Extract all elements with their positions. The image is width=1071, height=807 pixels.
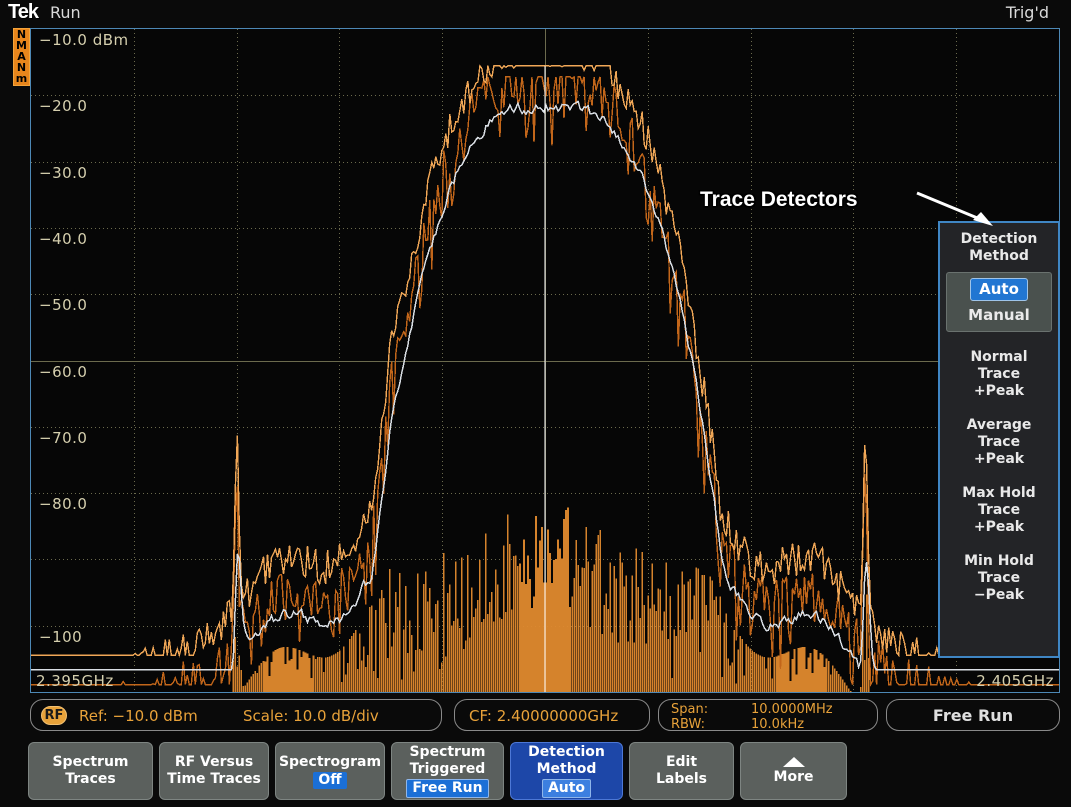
readout-trigger-box[interactable]: Free Run — [886, 699, 1060, 731]
button-spectrum-traces-line1: Spectrum — [52, 754, 128, 771]
button-spectrum-traces-line2: Traces — [65, 771, 116, 788]
menu-option-auto-row[interactable]: Auto — [947, 278, 1051, 301]
button-detection-method-value: Auto — [542, 779, 591, 798]
button-more[interactable]: More — [740, 742, 847, 800]
y-tick-label-6: −70.0 — [39, 429, 87, 447]
menu-title-line2: Method — [940, 248, 1058, 265]
button-spectrogram-value: Off — [313, 772, 346, 789]
y-tick-label-7: −80.0 — [39, 495, 87, 513]
y-tick-label-0: −10.0 dBm — [39, 31, 129, 49]
y-tick-label-2: −30.0 — [39, 164, 87, 182]
button-spectrum-triggered-value: Free Run — [406, 779, 488, 798]
tek-logo: Tek — [8, 1, 38, 24]
menu-item-3-line2: −Peak — [940, 587, 1058, 604]
button-spectrogram[interactable]: SpectrogramOff — [275, 742, 385, 800]
menu-item-3-line1: Trace — [940, 570, 1058, 587]
menu-option-manual[interactable]: Manual — [947, 306, 1051, 324]
button-more-line2: More — [774, 769, 814, 786]
menu-item-0[interactable]: NormalTrace+Peak — [940, 349, 1058, 400]
menu-item-3[interactable]: Min HoldTrace−Peak — [940, 553, 1058, 604]
button-edit-labels-line1: Edit — [666, 754, 697, 771]
readout-span-box[interactable]: Span: 10.0000MHz RBW: 10.0kHz — [658, 699, 878, 731]
menu-item-0-line0: Normal — [940, 349, 1058, 366]
menu-item-1-line2: +Peak — [940, 451, 1058, 468]
readout-bar: RF Ref: −10.0 dBm Scale: 10.0 dB/div CF:… — [30, 699, 1060, 733]
readout-rbw-label: RBW: — [671, 717, 705, 732]
y-tick-label-5: −60.0 — [39, 363, 87, 381]
trigger-status: Trig'd — [1006, 3, 1049, 22]
y-tick-label-1: −20.0 — [39, 97, 87, 115]
menu-item-0-line1: Trace — [940, 366, 1058, 383]
menu-item-1-line1: Trace — [940, 434, 1058, 451]
menu-item-0-line2: +Peak — [940, 383, 1058, 400]
menu-item-2-line2: +Peak — [940, 519, 1058, 536]
spectrum-traces — [31, 29, 1059, 692]
button-spectrum-triggered-line2: Triggered — [410, 761, 486, 778]
triangle-up-icon — [783, 757, 805, 767]
button-spectrogram-line1: Spectrogram — [279, 754, 381, 771]
readout-rf-box[interactable]: RF Ref: −10.0 dBm Scale: 10.0 dB/div — [30, 699, 442, 731]
readout-scale: Scale: 10.0 dB/div — [243, 707, 379, 725]
menu-option-auto[interactable]: Auto — [970, 278, 1028, 301]
button-detection-method[interactable]: DetectionMethodAuto — [510, 742, 623, 800]
readout-rbw-value: 10.0kHz — [751, 717, 804, 732]
readout-center-freq: CF: 2.40000000GHz — [469, 707, 618, 725]
button-edit-labels[interactable]: EditLabels — [629, 742, 734, 800]
button-spectrum-triggered[interactable]: SpectrumTriggeredFree Run — [391, 742, 504, 800]
title-bar: Tek Run Trig'd — [0, 0, 1071, 26]
annotation-arrow-icon — [915, 190, 1005, 235]
button-rf-versus-time-traces-line1: RF Versus — [175, 754, 253, 771]
menu-item-1-line0: Average — [940, 417, 1058, 434]
freq-start-label: 2.395GHz — [36, 672, 114, 690]
menu-item-2-line0: Max Hold — [940, 485, 1058, 502]
spectrum-graticule[interactable]: −10.0 dBm −20.0 −30.0 −40.0 −50.0 −60.0 −70.0 −… — [30, 28, 1060, 693]
trace-detectors-annotation: Trace Detectors — [700, 188, 858, 212]
run-status: Run — [50, 3, 81, 22]
detection-method-menu[interactable]: Detection Method Auto Manual NormalTrace… — [938, 221, 1060, 658]
detection-mode-group: Auto Manual — [946, 272, 1052, 332]
button-spectrum-triggered-line1: Spectrum — [409, 744, 485, 761]
y-tick-label-3: −40.0 — [39, 230, 87, 248]
button-edit-labels-line2: Labels — [656, 771, 707, 788]
y-tick-label-4: −50.0 — [39, 296, 87, 314]
rf-badge: RF — [41, 706, 67, 725]
readout-span-label: Span: — [671, 702, 708, 717]
button-detection-method-line2: Method — [537, 761, 597, 778]
menu-item-1[interactable]: AverageTrace+Peak — [940, 417, 1058, 468]
button-rf-versus-time-traces[interactable]: RF VersusTime Traces — [159, 742, 269, 800]
readout-span-value: 10.0000MHz — [751, 702, 833, 717]
readout-ref-level: Ref: −10.0 dBm — [79, 707, 198, 725]
trace-marker-column[interactable]: N M A N m — [13, 28, 30, 86]
button-spectrum-traces[interactable]: SpectrumTraces — [28, 742, 153, 800]
marker-label-min: m — [16, 73, 27, 84]
menu-item-2-line1: Trace — [940, 502, 1058, 519]
button-rf-versus-time-traces-line2: Time Traces — [167, 771, 261, 788]
button-detection-method-line1: Detection — [528, 744, 605, 761]
readout-trigger-mode: Free Run — [887, 706, 1059, 725]
spectrum-analyzer-screen: Tek Run Trig'd N M A N m −10.0 dBm−20.0−… — [0, 0, 1071, 807]
y-tick-label-9: −100 — [39, 628, 82, 646]
readout-cf-box[interactable]: CF: 2.40000000GHz — [454, 699, 650, 731]
menu-item-3-line0: Min Hold — [940, 553, 1058, 570]
menu-item-2[interactable]: Max HoldTrace+Peak — [940, 485, 1058, 536]
menu-detector-items: NormalTrace+PeakAverageTrace+PeakMax Hol… — [940, 349, 1058, 604]
freq-stop-label: 2.405GHz — [976, 672, 1054, 690]
